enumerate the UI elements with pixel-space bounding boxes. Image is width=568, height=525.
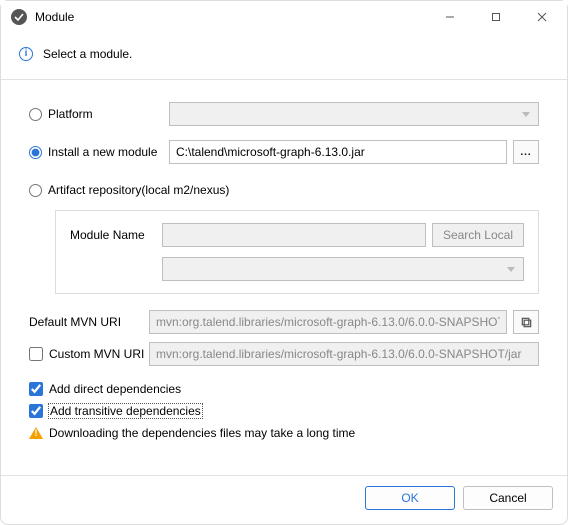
repository-radio[interactable]	[29, 184, 42, 197]
ok-button[interactable]: OK	[365, 486, 455, 510]
cancel-button[interactable]: Cancel	[463, 486, 553, 510]
repository-label: Artifact repository(local m2/nexus)	[48, 183, 229, 197]
transitive-deps-checkbox[interactable]	[29, 404, 43, 418]
warning-icon	[29, 427, 43, 439]
default-mvn-label: Default MVN URI	[29, 315, 149, 329]
window-title: Module	[35, 10, 74, 24]
banner: i Select a module.	[1, 33, 567, 80]
platform-label: Platform	[48, 107, 93, 121]
minimize-icon	[445, 12, 455, 22]
repository-group: Module Name Search Local	[55, 210, 539, 294]
custom-mvn-checkbox[interactable]	[29, 347, 43, 361]
copy-button[interactable]	[513, 310, 539, 334]
install-module-label: Install a new module	[48, 145, 157, 159]
install-module-radio[interactable]	[29, 146, 42, 159]
browse-button[interactable]: ...	[513, 140, 539, 164]
footer: OK Cancel	[1, 475, 567, 524]
direct-deps-checkbox[interactable]	[29, 382, 43, 396]
repository-dropdown	[162, 257, 524, 281]
info-icon: i	[19, 47, 33, 61]
module-name-label: Module Name	[70, 228, 162, 242]
banner-message: Select a module.	[43, 47, 132, 61]
maximize-button[interactable]	[473, 2, 519, 32]
close-icon	[537, 12, 547, 22]
copy-icon	[520, 316, 533, 329]
custom-mvn-label: Custom MVN URI	[49, 347, 144, 361]
warning-text: Downloading the dependencies files may t…	[49, 426, 355, 440]
module-name-input	[162, 223, 426, 247]
form-area: Platform Install a new module ... Artifa…	[1, 80, 567, 475]
search-local-button: Search Local	[432, 223, 524, 247]
platform-radio[interactable]	[29, 108, 42, 121]
title-bar: Module	[1, 1, 567, 33]
app-icon	[11, 9, 27, 25]
minimize-button[interactable]	[427, 2, 473, 32]
default-mvn-input	[149, 310, 507, 334]
direct-deps-label: Add direct dependencies	[49, 382, 181, 396]
custom-mvn-input	[149, 342, 539, 366]
maximize-icon	[491, 12, 501, 22]
platform-dropdown	[169, 102, 539, 126]
install-path-input[interactable]	[169, 140, 507, 164]
transitive-deps-label: Add transitive dependencies	[49, 404, 202, 418]
close-button[interactable]	[519, 2, 565, 32]
